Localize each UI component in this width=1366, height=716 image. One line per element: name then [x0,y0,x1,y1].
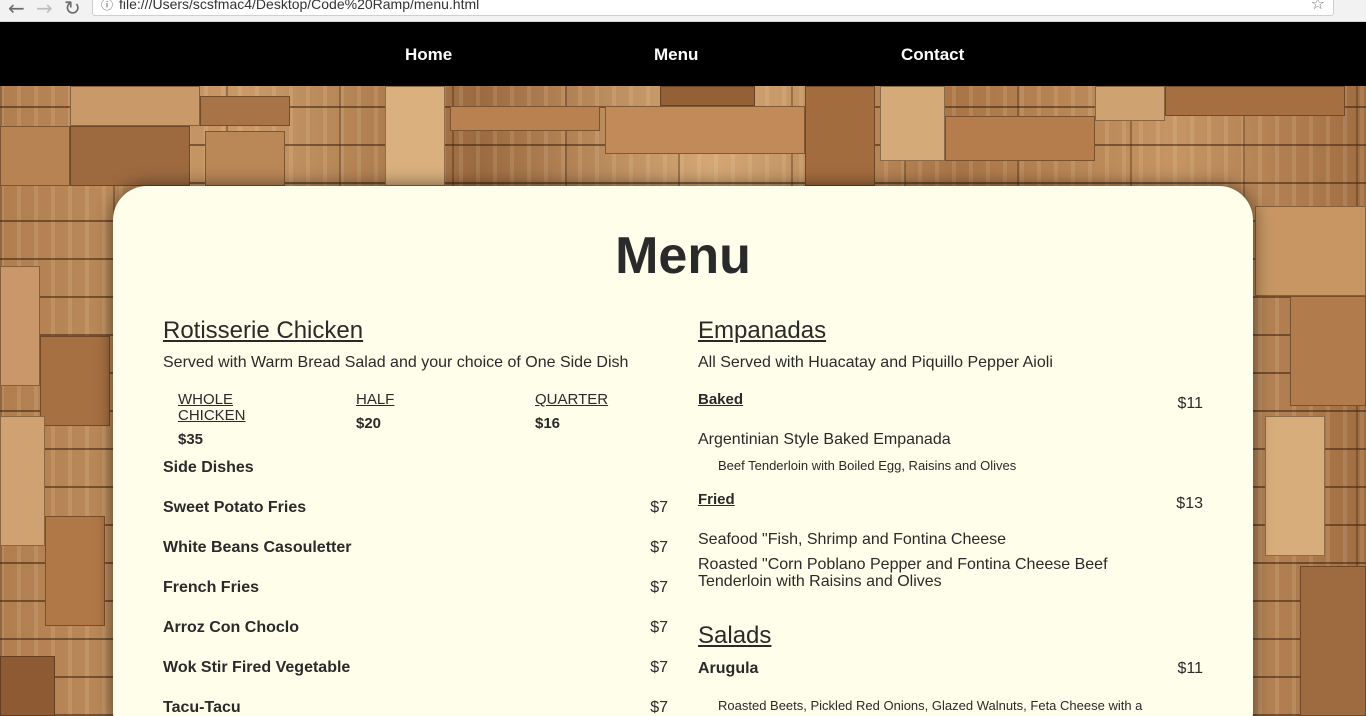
baked-item-name: Argentinian Style Baked Empanada [698,431,951,448]
size-half-label: HALF [356,391,395,408]
baked-price: $11 [1177,395,1203,412]
side-dishes-heading: Side Dishes [163,459,254,476]
empanadas-heading: Empanadas [698,317,827,344]
size-whole-label-line2: CHICKEN [178,407,246,424]
item-price: $7 [650,579,668,596]
forward-arrow-icon[interactable]: → [36,0,53,20]
list-item: Sweet Potato Fries [163,499,307,516]
arugula-name: Arugula [698,660,759,677]
nav-menu-link[interactable]: Menu [654,45,698,65]
browser-toolbar: ← → ↻ ⓘ file:///Users/scsfmac4/Desktop/C… [0,0,1366,22]
menu-card: Menu Rotisserie Chicken Served with Warm… [113,186,1253,716]
item-price: $7 [650,699,668,716]
address-bar[interactable]: ⓘ file:///Users/scsfmac4/Desktop/Code%20… [92,0,1334,16]
bookmark-star-icon[interactable]: ☆ [1311,0,1325,13]
empanadas-subtitle: All Served with Huacatay and Piquillo Pe… [698,354,1053,371]
site-nav: Home Menu Contact [0,22,1366,86]
nav-contact-link[interactable]: Contact [901,45,964,65]
size-whole-price: $35 [178,431,204,448]
page-title: Menu [615,227,751,285]
size-quarter-label: QUARTER [535,391,609,408]
nav-home-link[interactable]: Home [405,45,452,65]
size-whole-label: WHOLE CHICKEN [178,392,246,424]
item-price: $7 [650,499,668,516]
fried-item-roasted: Roasted "Corn Poblano Pepper and Fontina… [698,556,1108,590]
fried-item-seafood: Seafood "Fish, Shrimp and Fontina Cheese [698,531,1007,548]
size-half-price: $20 [356,415,382,432]
item-price: $7 [650,619,668,636]
fried-price: $13 [1176,495,1203,512]
baked-item-desc: Beef Tenderloin with Boiled Egg, Raisins… [718,458,1017,473]
chicken-subtitle: Served with Warm Bread Salad and your ch… [163,354,629,371]
arugula-price: $11 [1177,660,1203,677]
fried-item-roasted-line2: Tenderloin with Raisins and Olives [698,573,942,590]
salads-heading: Salads [698,622,772,649]
fried-item-roasted-line1: Roasted "Corn Poblano Pepper and Fontina… [698,556,1108,573]
reload-icon[interactable]: ↻ [64,0,81,20]
list-item: Wok Stir Fired Vegetable [163,659,351,676]
chicken-heading: Rotisserie Chicken [163,317,364,344]
list-item: White Beans Casouletter [163,539,352,556]
arugula-desc: Roasted Beets, Pickled Red Onions, Glaze… [718,698,1143,713]
info-icon[interactable]: ⓘ [101,0,113,13]
size-whole-label-line1: WHOLE [178,391,234,408]
size-quarter-price: $16 [535,415,561,432]
item-price: $7 [650,659,668,676]
list-item: Tacu-Tacu [163,699,241,716]
list-item: Arroz Con Choclo [163,619,299,636]
back-arrow-icon[interactable]: ← [8,0,25,20]
baked-label: Baked [698,391,744,408]
fried-label: Fried [698,491,735,508]
url-text: file:///Users/scsfmac4/Desktop/Code%20Ra… [119,0,480,12]
list-item: French Fries [163,579,260,596]
item-price: $7 [650,539,668,556]
